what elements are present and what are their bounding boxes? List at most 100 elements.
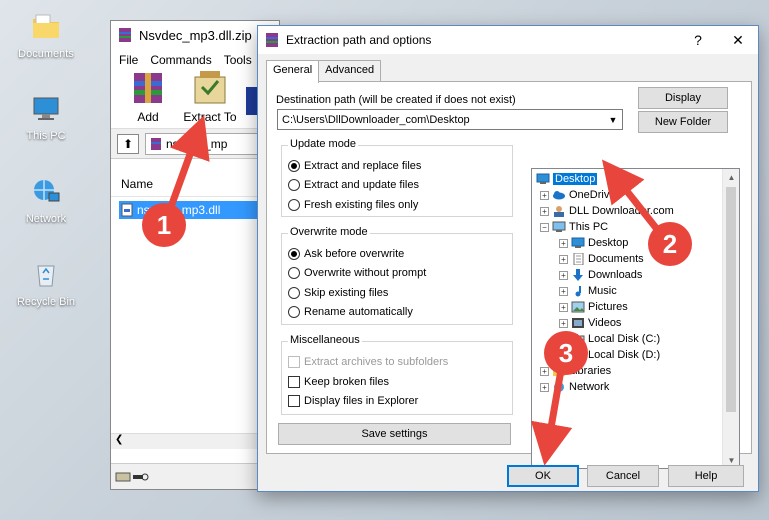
radio-label: Overwrite without prompt	[304, 267, 427, 279]
menu-tools[interactable]: Tools	[224, 53, 252, 67]
horizontal-scrollbar[interactable]: ❮	[111, 433, 279, 449]
column-header-name[interactable]: Name	[111, 171, 279, 197]
tab-general[interactable]: General	[266, 60, 320, 83]
checkbox-display-in-explorer[interactable]: Display files in Explorer	[288, 393, 418, 409]
new-folder-button[interactable]: New Folder	[638, 111, 728, 133]
expand-icon[interactable]: +	[559, 286, 568, 296]
radio-label: Extract and replace files	[304, 160, 422, 172]
radio-button[interactable]	[288, 267, 300, 279]
desktop-icon-this-pc[interactable]: This PC	[8, 92, 84, 142]
cancel-button[interactable]: Cancel	[587, 465, 659, 487]
libraries-icon	[552, 365, 566, 377]
tree-item-onedrive[interactable]: + OneDrive	[540, 187, 615, 203]
dll-file-icon	[121, 203, 133, 217]
extract-to-button[interactable]: Extract To	[181, 69, 239, 128]
tree-item-pc-desktop[interactable]: + Desktop	[559, 235, 628, 251]
destination-path-label: Destination path (will be created if doe…	[276, 94, 516, 106]
expand-icon[interactable]: +	[559, 350, 568, 360]
close-icon[interactable]: ✕	[718, 26, 758, 54]
expand-icon[interactable]: +	[559, 318, 568, 328]
radio-button[interactable]	[288, 306, 300, 318]
collapse-icon[interactable]: −	[540, 222, 549, 232]
tree-item-local-disk-d[interactable]: + Local Disk (D:)	[559, 347, 660, 363]
tree-item-dll-downloader[interactable]: + DLL Downloader.com	[540, 203, 674, 219]
add-button[interactable]: Add	[119, 69, 177, 128]
radio-overwrite-without-prompt[interactable]: Overwrite without prompt	[288, 265, 426, 281]
tree-item-documents[interactable]: + Documents	[559, 251, 644, 267]
radio-extract-replace[interactable]: Extract and replace files	[288, 158, 421, 174]
folder-icon	[33, 14, 59, 38]
help-button[interactable]: Help	[668, 465, 744, 487]
chevron-down-icon[interactable]: ▼	[604, 110, 622, 129]
radio-skip-existing[interactable]: Skip existing files	[288, 285, 388, 301]
tree-item-label: This PC	[569, 221, 609, 233]
desktop-icon-label: Network	[25, 213, 67, 225]
expand-icon[interactable]: +	[559, 334, 568, 344]
desktop-icon-network[interactable]: Network	[8, 175, 84, 225]
expand-icon[interactable]: +	[540, 190, 549, 200]
menu-file[interactable]: File	[119, 53, 138, 67]
radio-button[interactable]	[288, 179, 300, 191]
tree-item-this-pc[interactable]: − This PC	[540, 219, 608, 235]
tree-item-downloads[interactable]: + Downloads	[559, 267, 642, 283]
videos-icon	[571, 317, 585, 329]
radio-fresh-existing[interactable]: Fresh existing files only	[288, 197, 418, 213]
tree-item-desktop[interactable]: Desktop	[536, 171, 598, 187]
winrar-address-bar: ⬆ nsvdec_mp	[111, 129, 279, 159]
tree-item-label: Local Disk (C:)	[588, 333, 661, 345]
desktop-folder-icon	[536, 173, 550, 185]
tab-advanced[interactable]: Advanced	[318, 60, 382, 82]
tree-item-label: Network	[569, 381, 610, 393]
tree-item-libraries[interactable]: + Libraries	[540, 363, 611, 379]
winrar-menubar: File Commands Tools	[111, 49, 279, 71]
winrar-title: Nsvdec_mp3.dll.zip	[139, 27, 252, 43]
folder-tree[interactable]: Desktop + OneDrive + DLL Downloader.com − T…	[531, 168, 740, 469]
archive-icon	[151, 137, 161, 150]
expand-icon[interactable]: +	[559, 302, 568, 312]
tree-item-videos[interactable]: + Videos	[559, 315, 621, 331]
tree-item-label: Desktop	[553, 173, 598, 185]
up-folder-button[interactable]: ⬆	[117, 133, 139, 154]
radio-rename-automatically[interactable]: Rename automatically	[288, 304, 413, 320]
radio-ask-before-overwrite[interactable]: Ask before overwrite	[288, 246, 404, 262]
expand-icon[interactable]: +	[559, 238, 568, 248]
radio-button[interactable]	[288, 287, 300, 299]
tree-item-music[interactable]: + Music	[559, 283, 617, 299]
checkbox-label: Extract archives to subfolders	[304, 356, 449, 368]
display-button[interactable]: Display	[638, 87, 728, 109]
radio-button[interactable]	[288, 160, 300, 172]
drive-icon	[571, 349, 585, 361]
help-title-button[interactable]: ?	[678, 26, 718, 54]
radio-button[interactable]	[288, 199, 300, 211]
expand-icon[interactable]: +	[540, 366, 549, 376]
tree-item-pictures[interactable]: + Pictures	[559, 299, 628, 315]
radio-button[interactable]	[288, 248, 300, 260]
destination-path-input[interactable]: C:\Users\DllDownloader_com\Desktop ▼	[277, 109, 623, 130]
scroll-up-icon[interactable]: ▲	[723, 169, 739, 185]
scroll-thumb[interactable]	[726, 187, 736, 412]
desktop-icon-documents[interactable]: Documents	[8, 10, 84, 60]
general-tab-panel: Destination path (will be created if doe…	[266, 81, 752, 469]
radio-label: Skip existing files	[304, 287, 389, 299]
desktop-icon-label: This PC	[26, 130, 66, 142]
expand-icon[interactable]: +	[540, 206, 549, 216]
desktop-icon-recycle-bin[interactable]: Recycle Bin	[8, 258, 84, 308]
tree-item-local-disk-c[interactable]: + Local Disk (C:)	[559, 331, 660, 347]
tree-scrollbar[interactable]: ▲ ▼	[722, 169, 739, 468]
tree-item-network[interactable]: + Network	[540, 379, 609, 395]
computer-icon	[552, 221, 566, 233]
menu-commands[interactable]: Commands	[150, 53, 211, 67]
destination-path-value: C:\Users\DllDownloader_com\Desktop	[282, 113, 470, 126]
checkbox[interactable]	[288, 395, 300, 407]
radio-extract-update[interactable]: Extract and update files	[288, 177, 419, 193]
checkbox[interactable]	[288, 376, 300, 388]
expand-icon[interactable]: +	[540, 382, 549, 392]
file-row[interactable]: nsvdec_mp3.dll	[119, 201, 279, 219]
expand-icon[interactable]: +	[559, 254, 568, 264]
documents-icon	[571, 252, 585, 266]
checkbox-keep-broken-files[interactable]: Keep broken files	[288, 374, 389, 390]
ok-button[interactable]: OK	[507, 465, 579, 487]
drive-key-icon	[115, 472, 149, 481]
save-settings-button[interactable]: Save settings	[278, 423, 511, 445]
expand-icon[interactable]: +	[559, 270, 568, 280]
